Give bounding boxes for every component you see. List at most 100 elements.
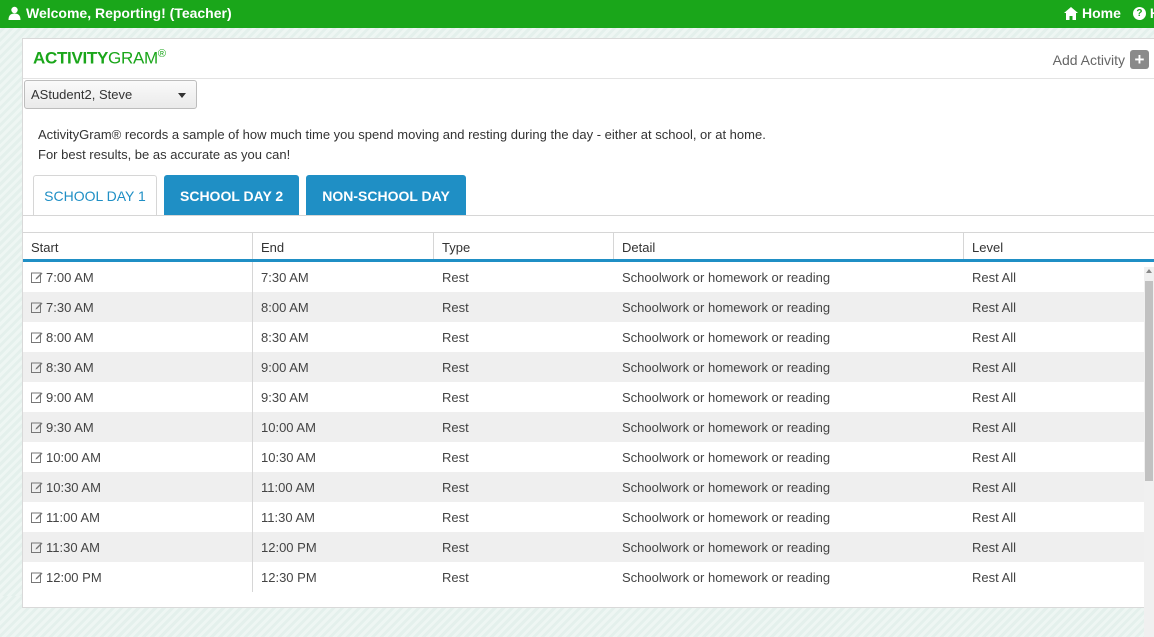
column-header-detail[interactable]: Detail xyxy=(614,233,964,259)
table-header: Start End Type Detail Level xyxy=(23,232,1154,262)
cell-type: Rest xyxy=(442,270,469,285)
cell-level: Rest All xyxy=(972,540,1017,555)
cell-detail: Schoolwork or homework or reading xyxy=(622,480,831,495)
activitygram-logo: ACTIVITYGRAM® xyxy=(33,48,166,68)
scrollbar-thumb[interactable] xyxy=(1145,281,1153,481)
day-tabs: SCHOOL DAY 1 SCHOOL DAY 2 NON-SCHOOL DAY xyxy=(33,175,466,216)
cell-level: Rest All xyxy=(972,450,1017,465)
cell-detail: Schoolwork or homework or reading xyxy=(622,570,831,585)
cell-end: 12:30 PM xyxy=(261,570,317,585)
table-row[interactable]: 9:00 AM 9:30 AM Rest Schoolwork or homew… xyxy=(23,382,1154,412)
activitygram-panel: ACTIVITYGRAM® Add Activity + AStudent2, … xyxy=(22,38,1154,637)
cell-type: Rest xyxy=(442,420,469,435)
table-row[interactable]: 10:00 AM 10:30 AM Rest Schoolwork or hom… xyxy=(23,442,1154,472)
table-row[interactable]: 8:30 AM 9:00 AM Rest Schoolwork or homew… xyxy=(23,352,1154,382)
table-row[interactable]: 7:00 AM 7:30 AM Rest Schoolwork or homew… xyxy=(23,262,1154,292)
column-header-level[interactable]: Level xyxy=(964,233,1145,259)
cell-end: 11:30 AM xyxy=(261,510,315,525)
top-nav-links: Home ? H xyxy=(1063,5,1154,21)
cell-end: 7:30 AM xyxy=(261,270,309,285)
intro-line-2: For best results, be as accurate as you … xyxy=(38,147,291,162)
help-link[interactable]: ? H xyxy=(1132,5,1154,21)
cell-start: 11:30 AM xyxy=(46,540,100,555)
cell-detail: Schoolwork or homework or reading xyxy=(622,270,831,285)
cell-start: 11:00 AM xyxy=(46,510,100,525)
cell-start: 10:30 AM xyxy=(46,480,101,495)
table-row[interactable]: 7:30 AM 8:00 AM Rest Schoolwork or homew… xyxy=(23,292,1154,322)
edit-icon[interactable] xyxy=(31,361,43,373)
cell-level: Rest All xyxy=(972,300,1017,315)
cell-start: 8:30 AM xyxy=(46,360,94,375)
scroll-up-arrow-icon[interactable] xyxy=(1146,269,1152,273)
home-link[interactable]: Home xyxy=(1063,5,1121,21)
edit-icon[interactable] xyxy=(31,421,43,433)
intro-line-1: ActivityGram® records a sample of how mu… xyxy=(38,127,766,142)
cell-level: Rest All xyxy=(972,480,1017,495)
table-row[interactable]: 10:30 AM 11:00 AM Rest Schoolwork or hom… xyxy=(23,472,1154,502)
table-row[interactable]: 11:00 AM 11:30 AM Rest Schoolwork or hom… xyxy=(23,502,1154,532)
edit-icon[interactable] xyxy=(31,571,43,583)
table-row[interactable]: 11:30 AM 12:00 PM Rest Schoolwork or hom… xyxy=(23,532,1154,562)
table-scrollbar[interactable] xyxy=(1144,267,1154,637)
cell-level: Rest All xyxy=(972,360,1017,375)
cell-end: 11:00 AM xyxy=(261,480,315,495)
home-icon xyxy=(1063,6,1078,20)
cell-type: Rest xyxy=(442,540,469,555)
cell-level: Rest All xyxy=(972,510,1017,525)
welcome-area: Welcome, Reporting! (Teacher) xyxy=(8,5,232,21)
cell-level: Rest All xyxy=(972,420,1017,435)
edit-icon[interactable] xyxy=(31,451,43,463)
edit-icon[interactable] xyxy=(31,271,43,283)
cell-type: Rest xyxy=(442,450,469,465)
cell-end: 10:00 AM xyxy=(261,420,316,435)
question-circle-icon: ? xyxy=(1132,6,1146,20)
column-header-end[interactable]: End xyxy=(253,233,434,259)
edit-icon[interactable] xyxy=(31,511,43,523)
cell-end: 8:00 AM xyxy=(261,300,309,315)
cell-detail: Schoolwork or homework or reading xyxy=(622,360,831,375)
cell-type: Rest xyxy=(442,330,469,345)
table-row[interactable]: 12:00 PM 12:30 PM Rest Schoolwork or hom… xyxy=(23,562,1154,592)
student-select-value: AStudent2, Steve xyxy=(31,87,133,102)
cell-start: 8:00 AM xyxy=(46,330,94,345)
cell-start: 12:00 PM xyxy=(46,570,102,585)
table-row[interactable]: 8:00 AM 8:30 AM Rest Schoolwork or homew… xyxy=(23,322,1154,352)
tab-non-school-day[interactable]: NON-SCHOOL DAY xyxy=(306,175,466,216)
tab-school-day-2[interactable]: SCHOOL DAY 2 xyxy=(164,175,300,216)
cell-detail: Schoolwork or homework or reading xyxy=(622,420,831,435)
cell-level: Rest All xyxy=(972,270,1017,285)
cell-start: 9:30 AM xyxy=(46,420,94,435)
cell-end: 9:30 AM xyxy=(261,390,309,405)
edit-icon[interactable] xyxy=(31,391,43,403)
add-activity-button[interactable]: Add Activity + xyxy=(1053,50,1149,69)
tab-school-day-1[interactable]: SCHOOL DAY 1 xyxy=(33,175,157,216)
plus-square-icon: + xyxy=(1130,50,1149,69)
edit-icon[interactable] xyxy=(31,331,43,343)
cell-end: 12:00 PM xyxy=(261,540,317,555)
table-body: 7:00 AM 7:30 AM Rest Schoolwork or homew… xyxy=(23,262,1154,592)
user-icon xyxy=(8,6,21,20)
cell-start: 7:30 AM xyxy=(46,300,94,315)
column-header-start[interactable]: Start xyxy=(23,233,253,259)
cell-level: Rest All xyxy=(972,390,1017,405)
cell-end: 10:30 AM xyxy=(261,450,316,465)
student-select[interactable]: AStudent2, Steve xyxy=(24,80,197,109)
cell-level: Rest All xyxy=(972,330,1017,345)
column-header-type[interactable]: Type xyxy=(434,233,614,259)
edit-icon[interactable] xyxy=(31,481,43,493)
cell-start: 7:00 AM xyxy=(46,270,94,285)
cell-start: 9:00 AM xyxy=(46,390,94,405)
table-row[interactable]: 9:30 AM 10:00 AM Rest Schoolwork or home… xyxy=(23,412,1154,442)
edit-icon[interactable] xyxy=(31,541,43,553)
home-label: Home xyxy=(1081,5,1121,21)
top-nav-bar: Welcome, Reporting! (Teacher) Home ? H xyxy=(0,0,1154,28)
edit-icon[interactable] xyxy=(31,301,43,313)
cell-detail: Schoolwork or homework or reading xyxy=(622,450,831,465)
cell-detail: Schoolwork or homework or reading xyxy=(622,510,831,525)
cell-detail: Schoolwork or homework or reading xyxy=(622,390,831,405)
cell-type: Rest xyxy=(442,510,469,525)
tabs-divider xyxy=(23,215,1154,216)
cell-detail: Schoolwork or homework or reading xyxy=(622,540,831,555)
welcome-text: Welcome, Reporting! (Teacher) xyxy=(26,5,232,21)
cell-type: Rest xyxy=(442,570,469,585)
